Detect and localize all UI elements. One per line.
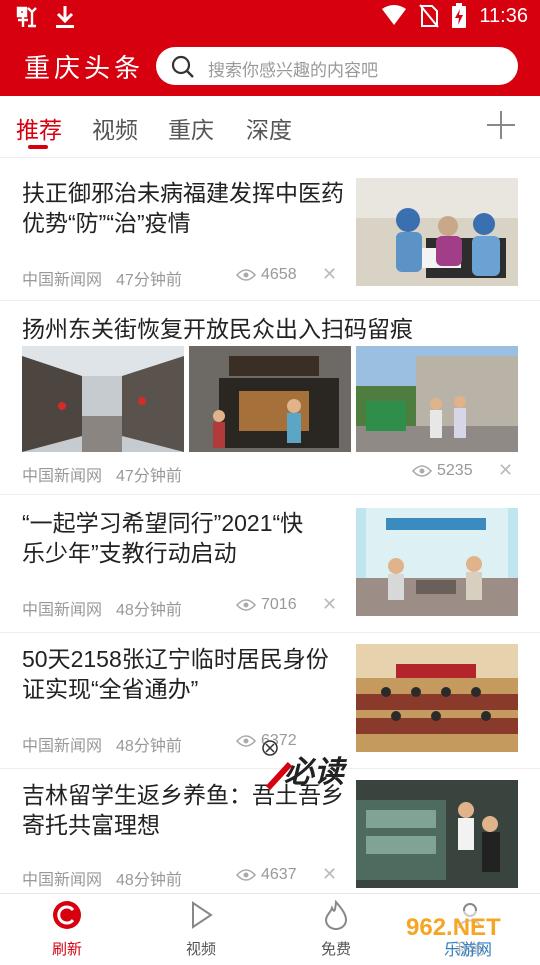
news-thumbnail xyxy=(356,178,518,286)
news-time: 48分钟前 xyxy=(116,738,182,755)
dismiss-icon[interactable]: ✕ xyxy=(322,864,337,885)
search-placeholder: 搜索你感兴趣的内容吧 xyxy=(208,61,378,80)
refresh-icon xyxy=(53,901,81,929)
news-image-3 xyxy=(356,346,518,452)
eye-icon xyxy=(236,269,256,281)
news-source: 中国新闻网 xyxy=(22,602,103,619)
news-thumbnail xyxy=(356,644,518,752)
divider xyxy=(0,494,540,495)
view-count: 5235 xyxy=(412,462,473,480)
news-source: 中国新闻网 xyxy=(22,738,103,755)
news-item[interactable]: 扶正御邪治未病福建发挥中医药 优势“防”“治”疫情 中国新闻网 47分钟前 46… xyxy=(0,168,540,300)
news-meta: 中国新闻网 48分钟前 xyxy=(22,866,182,890)
nav-label: 刷新 xyxy=(51,941,82,958)
tab-chongqing[interactable]: 重庆 xyxy=(168,111,214,145)
news-thumbnail xyxy=(356,780,518,888)
news-thumbnail xyxy=(356,508,518,616)
nav-free[interactable]: 免费 xyxy=(296,899,376,959)
news-time: 47分钟前 xyxy=(116,272,182,289)
download-icon xyxy=(56,6,74,28)
news-image-2 xyxy=(189,346,351,452)
eye-icon xyxy=(412,465,432,477)
search-icon xyxy=(171,55,194,78)
news-meta: 中国新闻网 48分钟前 xyxy=(22,732,182,756)
tab-video[interactable]: 视频 xyxy=(92,111,138,145)
battery-charging-icon xyxy=(452,3,467,28)
divider xyxy=(0,300,540,301)
app-header: 重庆头条 搜索你感兴趣的内容吧 xyxy=(0,36,540,96)
dismiss-icon[interactable]: ✕ xyxy=(498,460,513,481)
wifi-icon xyxy=(382,5,407,25)
svg-text:必读: 必读 xyxy=(284,756,348,789)
play-icon xyxy=(192,901,213,929)
news-time: 47分钟前 xyxy=(116,468,182,485)
dismiss-icon[interactable]: ✕ xyxy=(322,264,337,285)
news-meta: 中国新闻网 47分钟前 xyxy=(22,462,182,486)
view-count: 7016 xyxy=(236,596,297,614)
tab-depth[interactable]: 深度 xyxy=(246,111,292,145)
flame-icon xyxy=(324,899,348,930)
divider xyxy=(0,632,540,633)
floating-read-badge[interactable]: 必读 xyxy=(262,740,362,800)
news-source: 中国新闻网 xyxy=(22,272,103,289)
app-title: 重庆头条 xyxy=(24,53,145,83)
status-bar: 11:36 xyxy=(0,0,540,36)
active-tab-indicator xyxy=(28,145,48,149)
news-title: “一起学习希望同行”2021“快 乐少年”支教行动启动 xyxy=(22,510,304,566)
dismiss-icon[interactable]: ✕ xyxy=(322,594,337,615)
view-count: 4637 xyxy=(236,866,297,884)
category-tabs: 推荐 视频 重庆 深度 xyxy=(0,96,540,158)
svg-text:乐游网: 乐游网 xyxy=(444,941,492,959)
news-source: 中国新闻网 xyxy=(22,872,103,889)
nav-video[interactable]: 视频 xyxy=(161,900,241,959)
no-sim-icon xyxy=(419,4,440,28)
news-source: 中国新闻网 xyxy=(22,468,103,485)
add-channel-icon[interactable] xyxy=(486,110,516,140)
search-input[interactable]: 搜索你感兴趣的内容吧 xyxy=(156,47,518,85)
app-notification-icon xyxy=(16,6,37,28)
news-time: 48分钟前 xyxy=(116,872,182,889)
nav-refresh[interactable]: 刷新 xyxy=(27,900,107,959)
news-time: 48分钟前 xyxy=(116,602,182,619)
news-meta: 中国新闻网 48分钟前 xyxy=(22,596,182,620)
view-count: 4658 xyxy=(236,266,297,284)
tab-recommend[interactable]: 推荐 xyxy=(16,111,62,145)
news-title: 扶正御邪治未病福建发挥中医药 优势“防”“治”疫情 xyxy=(22,180,344,236)
nav-label: 免费 xyxy=(320,941,351,958)
news-title: 50天2158张辽宁临时居民身份 证实现“全省通办” xyxy=(22,646,329,702)
news-title: 扬州东关街恢复开放民众出入扫码留痕 xyxy=(22,316,413,342)
news-item[interactable]: 扬州东关街恢复开放民众出入扫码留痕 中国新闻网 47分钟前 5235 ✕ xyxy=(0,306,540,496)
news-item[interactable]: “一起学习希望同行”2021“快 乐少年”支教行动启动 中国新闻网 48分钟前 … xyxy=(0,500,540,632)
status-time: 11:36 xyxy=(479,4,528,27)
site-watermark: 962.NET 乐游网 xyxy=(400,905,540,960)
svg-text:962.NET: 962.NET xyxy=(406,914,501,941)
nav-label: 视频 xyxy=(185,941,216,958)
eye-icon xyxy=(236,735,256,747)
news-image-1 xyxy=(22,346,184,452)
news-meta: 中国新闻网 47分钟前 xyxy=(22,266,182,290)
eye-icon xyxy=(236,869,256,881)
divider xyxy=(0,157,540,158)
eye-icon xyxy=(236,599,256,611)
